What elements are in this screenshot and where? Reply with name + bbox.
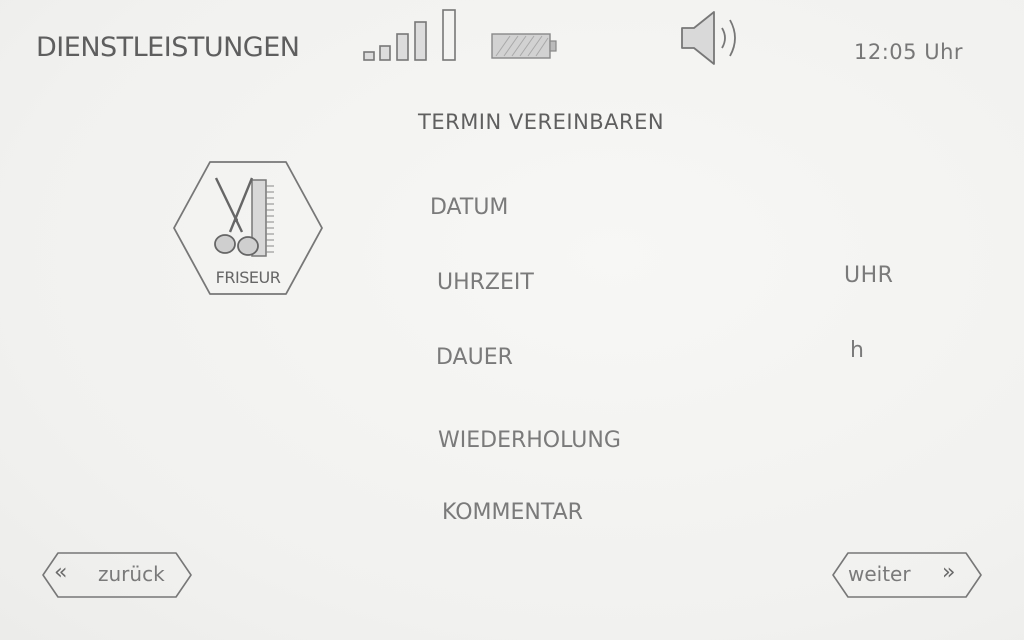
- service-label: FRISEUR: [215, 268, 281, 287]
- paper-background: [0, 0, 1024, 640]
- speaker-volume-icon[interactable]: [676, 6, 746, 68]
- time-unit: UHR: [844, 263, 894, 288]
- comment-label: KOMMENTAR: [442, 500, 583, 525]
- time-label: UHRZEIT: [437, 270, 534, 295]
- back-label: zurück: [98, 562, 165, 586]
- duration-label: DAUER: [436, 345, 513, 370]
- service-badge: FRISEUR: [170, 158, 326, 298]
- double-chevron-left-icon: «: [54, 560, 68, 585]
- page-title: TERMIN VEREINBAREN: [418, 110, 665, 134]
- next-button[interactable]: weiter »: [830, 550, 984, 600]
- repeat-label: WIEDERHOLUNG: [438, 428, 621, 453]
- signal-strength-icon: [360, 6, 460, 66]
- battery-icon: [488, 30, 564, 66]
- clock: 12:05 Uhr: [854, 40, 964, 64]
- app-title: DIENSTLEISTUNGEN: [36, 32, 300, 63]
- scissors-comb-icon: [208, 174, 288, 266]
- date-label: DATUM: [430, 195, 509, 220]
- next-label: weiter: [848, 562, 911, 586]
- duration-unit: h: [850, 338, 865, 363]
- double-chevron-right-icon: »: [942, 560, 956, 585]
- back-button[interactable]: « zurück: [40, 550, 194, 600]
